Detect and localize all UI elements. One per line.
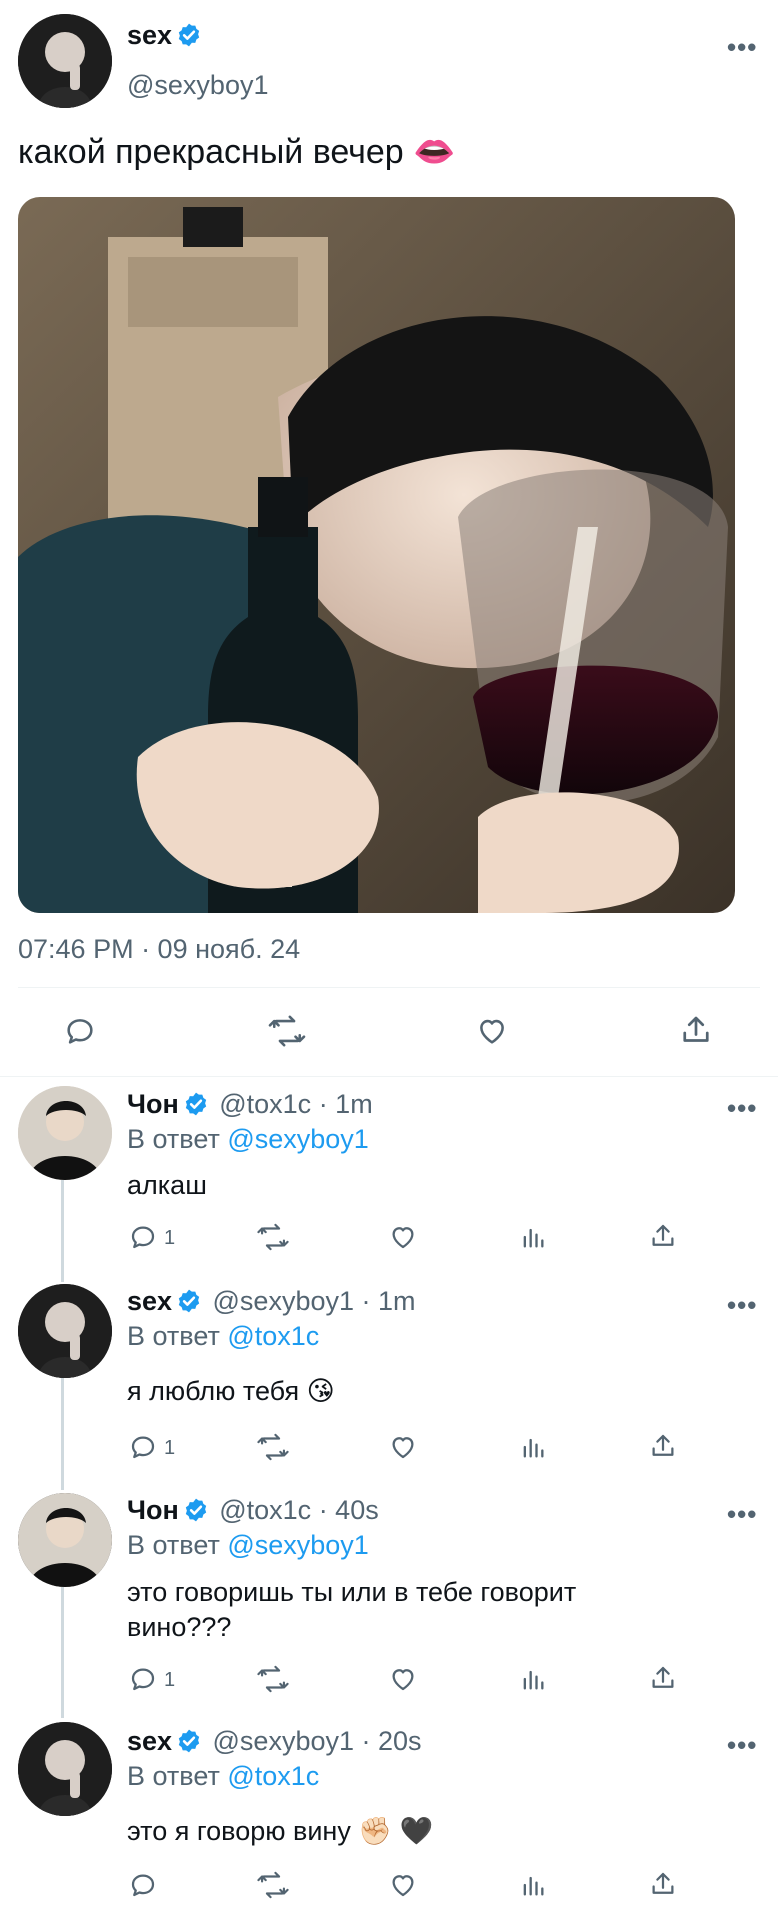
- reply-avatar[interactable]: [18, 1086, 112, 1180]
- reply-to-label: В ответ: [127, 1530, 228, 1560]
- divider: [18, 987, 760, 988]
- more-icon[interactable]: •••: [727, 1093, 757, 1124]
- analytics-icon[interactable]: [519, 1222, 547, 1252]
- like-icon[interactable]: [388, 1222, 418, 1252]
- like-icon[interactable]: [388, 1664, 418, 1694]
- reply-count: 1: [164, 1437, 176, 1459]
- like-icon[interactable]: [474, 1014, 510, 1048]
- thread-line: [61, 1378, 64, 1490]
- retweet-icon[interactable]: [256, 1664, 290, 1694]
- reply-icon[interactable]: [128, 1222, 158, 1252]
- reply-to-link[interactable]: @tox1c: [227, 1761, 319, 1791]
- reply-time[interactable]: · 1m: [311, 1089, 373, 1119]
- reply-icon[interactable]: [128, 1432, 158, 1462]
- reply-handle[interactable]: @sexyboy1: [213, 1726, 354, 1756]
- reply-count: 1: [164, 1669, 176, 1691]
- tweet-text: какой прекрасный вечер 👄: [18, 133, 456, 171]
- reply-icon[interactable]: [63, 1014, 97, 1048]
- reply-to-link[interactable]: @sexyboy1: [227, 1124, 368, 1154]
- reply-author-name[interactable]: Чон: [127, 1495, 179, 1525]
- author-handle[interactable]: @sexyboy1: [127, 70, 268, 101]
- reply-to-label: В ответ: [127, 1124, 228, 1154]
- retweet-icon[interactable]: [256, 1432, 290, 1462]
- reply-avatar[interactable]: [18, 1722, 112, 1816]
- reply-text: алкаш: [127, 1170, 207, 1200]
- more-icon[interactable]: •••: [727, 1499, 757, 1530]
- reply-time[interactable]: · 20s: [354, 1726, 422, 1756]
- share-icon[interactable]: [648, 1221, 678, 1251]
- reply-to-label: В ответ: [127, 1761, 228, 1791]
- analytics-icon[interactable]: [519, 1664, 547, 1694]
- reply-text-line-2: вино???: [127, 1612, 232, 1642]
- thread-line: [61, 1587, 64, 1718]
- reply-avatar[interactable]: [18, 1493, 112, 1587]
- reply-to-label: В ответ: [127, 1321, 228, 1351]
- reply-icon[interactable]: [128, 1664, 158, 1694]
- share-icon[interactable]: [648, 1869, 678, 1899]
- more-icon[interactable]: •••: [727, 1290, 757, 1321]
- tweet-image[interactable]: [18, 197, 735, 913]
- reply-text: это я говорю вину ✊🏻 🖤: [127, 1816, 434, 1846]
- reply-author-name[interactable]: sex: [127, 1726, 172, 1756]
- reply-text: я люблю тебя 😘: [127, 1376, 335, 1406]
- share-icon[interactable]: [648, 1431, 678, 1461]
- verified-badge-icon: [183, 1091, 209, 1117]
- reply-author-name[interactable]: Чон: [127, 1089, 179, 1119]
- reply-handle[interactable]: @tox1c: [219, 1089, 311, 1119]
- reply-icon[interactable]: [128, 1870, 158, 1900]
- reply-handle[interactable]: @tox1c: [219, 1495, 311, 1525]
- retweet-icon[interactable]: [256, 1222, 290, 1252]
- author-avatar[interactable]: [18, 14, 112, 108]
- share-icon[interactable]: [678, 1012, 714, 1048]
- thread-line: [61, 1180, 64, 1282]
- divider: [0, 1076, 778, 1077]
- reply-text-line-1: это говоришь ты или в тебе говорит: [127, 1577, 577, 1607]
- reply-time[interactable]: · 40s: [311, 1495, 379, 1525]
- reply-to-link[interactable]: @sexyboy1: [227, 1530, 368, 1560]
- like-icon[interactable]: [388, 1432, 418, 1462]
- tweet-timestamp[interactable]: 07:46 PM · 09 нояб. 24: [18, 934, 300, 965]
- verified-badge-icon: [183, 1497, 209, 1523]
- verified-badge-icon: [176, 22, 202, 48]
- reply-avatar[interactable]: [18, 1284, 112, 1378]
- more-icon[interactable]: •••: [727, 1730, 757, 1761]
- reply-author-name[interactable]: sex: [127, 1286, 172, 1316]
- reply-count: 1: [164, 1227, 176, 1249]
- share-icon[interactable]: [648, 1663, 678, 1693]
- reply-time[interactable]: · 1m: [354, 1286, 416, 1316]
- retweet-icon[interactable]: [256, 1870, 290, 1900]
- retweet-icon[interactable]: [267, 1014, 307, 1048]
- author-name[interactable]: sex: [127, 20, 172, 50]
- analytics-icon[interactable]: [519, 1432, 547, 1462]
- reply-to-link[interactable]: @tox1c: [227, 1321, 319, 1351]
- analytics-icon[interactable]: [519, 1870, 547, 1900]
- verified-badge-icon: [176, 1728, 202, 1754]
- more-icon[interactable]: •••: [727, 32, 757, 63]
- verified-badge-icon: [176, 1288, 202, 1314]
- like-icon[interactable]: [388, 1870, 418, 1900]
- reply-handle[interactable]: @sexyboy1: [213, 1286, 354, 1316]
